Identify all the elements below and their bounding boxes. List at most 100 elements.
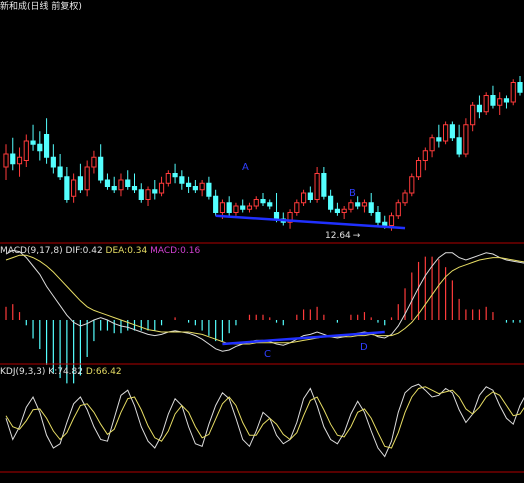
candle-up: [3, 153, 9, 168]
candle-up: [422, 150, 428, 161]
candle-down: [10, 153, 16, 165]
dif-value: 0.42: [82, 246, 103, 256]
candle-down: [50, 156, 56, 168]
candle-down: [206, 182, 212, 197]
candle-up: [233, 205, 239, 213]
d-value: 66.42: [95, 367, 122, 377]
candle-down: [476, 104, 483, 113]
candle-up: [253, 199, 259, 207]
candle-down: [111, 186, 117, 191]
kdj-panel: [5, 383, 524, 458]
candle-down: [449, 124, 455, 139]
dea-label: DEA:: [105, 246, 128, 256]
candle-up: [294, 202, 300, 213]
annotation-d: D: [360, 342, 368, 353]
annotation-a: A: [242, 162, 249, 173]
candle-down: [334, 208, 340, 213]
candle-up: [165, 173, 171, 184]
candle-up: [91, 156, 97, 168]
candle-down: [260, 199, 266, 204]
candle-up: [409, 176, 415, 194]
candle-down: [152, 189, 158, 194]
candle-up: [415, 160, 422, 178]
dif-label: DIF:: [65, 246, 83, 256]
candle-up: [118, 179, 124, 191]
candle-up: [510, 82, 516, 103]
candle-down: [179, 176, 185, 184]
candle-up: [219, 202, 226, 213]
candle-down: [125, 179, 131, 187]
candle-down: [226, 202, 232, 213]
candle-down: [57, 166, 63, 178]
candle-down: [355, 202, 361, 207]
macd-label: MACD:: [150, 246, 181, 256]
d-line: [5, 386, 524, 449]
candle-down: [436, 137, 442, 142]
candle-down: [240, 205, 246, 210]
candle-down: [98, 156, 104, 181]
candle-up: [246, 205, 253, 210]
dif-line: [5, 249, 524, 352]
candle-up: [71, 179, 77, 197]
chart-title: 新和成(日线 前复权): [0, 2, 82, 12]
candle-up: [402, 192, 408, 204]
candle-up: [16, 156, 23, 165]
candle-up: [145, 189, 151, 200]
k-label: K:: [48, 367, 58, 377]
stock-chart-window: 新和成(日线 前复权) A B C D 12.64 → MACD(9,17,8) …: [0, 0, 524, 479]
candle-up: [429, 137, 435, 152]
candle-down: [517, 82, 523, 93]
candle-down: [104, 179, 111, 187]
candle-down: [138, 189, 144, 200]
macd-params: MACD(9,17,8): [0, 246, 63, 256]
candle-up: [470, 104, 476, 126]
candle-up: [348, 202, 354, 210]
candle-down: [37, 143, 43, 152]
candle-down: [267, 202, 273, 207]
d-label: D:: [85, 367, 96, 377]
candle-up: [395, 202, 401, 217]
annotation-b: B: [349, 188, 356, 199]
candle-up: [443, 124, 449, 142]
candle-down: [30, 140, 36, 145]
candle-down: [382, 221, 388, 226]
dea-value: 0.34: [127, 246, 148, 256]
low-price-value: 12.64: [325, 231, 351, 241]
candle-up: [463, 124, 469, 155]
candle-down: [43, 134, 50, 158]
candle-up: [23, 140, 29, 161]
candle-down: [213, 195, 219, 213]
dea-line: [5, 254, 524, 345]
candle-up: [199, 182, 205, 191]
candle-up: [158, 182, 165, 194]
candle-down: [307, 192, 313, 200]
candle-up: [84, 166, 90, 191]
candle-down: [328, 195, 334, 210]
k-value: 74.82: [57, 367, 83, 377]
candle-up: [388, 215, 395, 226]
candle-down: [368, 202, 374, 213]
candle-down: [172, 173, 178, 178]
candle-down: [456, 137, 462, 155]
candle-up: [300, 192, 307, 204]
macd-legend: MACD(9,17,8) DIF:0.42 DEA:0.34 MACD:0.16: [0, 246, 200, 256]
macd-value: 0.16: [180, 246, 201, 256]
candle-up: [341, 208, 347, 213]
low-price-label: 12.64 →: [325, 231, 360, 241]
annotation-c: C: [264, 349, 271, 360]
k-line: [5, 383, 524, 458]
low-price-arrow: →: [352, 231, 361, 241]
chart-canvas: [0, 76, 524, 473]
candle-down: [503, 98, 510, 103]
candle-up: [497, 98, 503, 106]
candle-down: [192, 186, 198, 191]
kdj-params: KDJ(9,3,3): [0, 367, 46, 377]
macd-panel: [5, 249, 524, 384]
candle-down: [77, 176, 83, 191]
candle-up: [314, 173, 320, 200]
candle-down: [131, 186, 138, 191]
candle-down: [273, 212, 280, 220]
candle-up: [483, 95, 489, 113]
candle-down: [64, 176, 70, 200]
candlestick-panel: [3, 76, 523, 231]
